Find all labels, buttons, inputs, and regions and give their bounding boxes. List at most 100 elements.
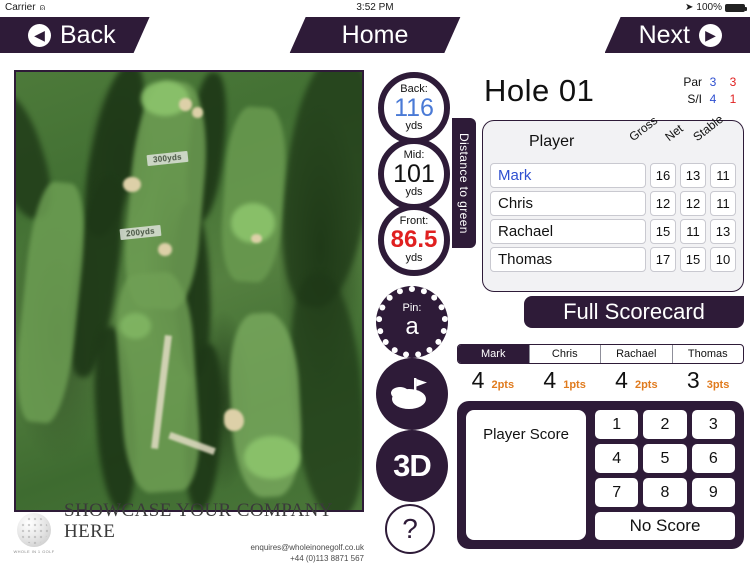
key-3[interactable]: 3	[691, 410, 735, 439]
three-d-view-button[interactable]: 3D	[376, 430, 448, 502]
golf-ball-icon	[17, 512, 51, 547]
key-1[interactable]: 1	[595, 410, 639, 439]
table-row[interactable]: Thomas 17 15 10	[483, 247, 743, 272]
question-mark-icon: ?	[402, 513, 418, 544]
par-value-red: 3	[729, 75, 737, 89]
row-net[interactable]: 15	[680, 247, 706, 272]
chevron-right-circle-icon: ▶	[699, 23, 722, 47]
key-7[interactable]: 7	[595, 478, 639, 507]
advert-email: enquires@wholeinonegolf.co.uk	[250, 543, 364, 553]
putting-green	[244, 435, 300, 480]
par-label: Par	[683, 75, 702, 89]
points-cell: 4 1pts	[529, 367, 601, 395]
scorecard-panel: Player Gross Net Stable Mark 16 13 11 Ch…	[482, 112, 744, 292]
score-value: 4	[615, 367, 628, 393]
score-value: 4	[471, 367, 485, 393]
home-button-label: Home	[341, 20, 409, 49]
key-5[interactable]: 5	[643, 444, 687, 473]
putting-green	[119, 312, 151, 340]
row-gross[interactable]: 17	[650, 247, 676, 272]
row-stable[interactable]: 10	[710, 247, 736, 272]
pin-value: a	[405, 313, 419, 341]
bunker	[251, 234, 262, 243]
pin-position-button[interactable]: Pin: a	[376, 286, 448, 358]
row-stable[interactable]: 11	[710, 163, 736, 188]
score-entry-panel: Player Score 1 2 3 4 5 6 7 8 9 No Score	[457, 401, 744, 549]
distance-indicators: Back: 116 yds Mid: 101 yds Front: 86.5 y…	[378, 72, 450, 276]
distance-back-value: 116	[394, 93, 434, 122]
row-gross[interactable]: 12	[650, 191, 676, 216]
si-value-blue: 4	[709, 92, 717, 107]
player-score-label: Player Score	[483, 426, 569, 443]
table-row[interactable]: Mark 16 13 11	[483, 163, 743, 188]
green-view-button[interactable]	[376, 358, 448, 430]
distance-front-value: 86.5	[390, 226, 438, 254]
hole-aerial-map[interactable]: 300yds 200yds	[14, 70, 364, 512]
help-button[interactable]: ?	[385, 504, 435, 554]
player-score-display[interactable]: Player Score	[466, 410, 586, 540]
row-net[interactable]: 12	[680, 191, 706, 216]
table-row[interactable]: Rachael 15 11 13	[483, 219, 743, 244]
row-net[interactable]: 13	[680, 163, 706, 188]
si-label: S/I	[687, 92, 702, 107]
full-scorecard-button[interactable]: Full Scorecard	[524, 296, 744, 328]
keypad-row: 7 8 9	[595, 478, 735, 507]
page-title: Hole 01	[484, 73, 595, 108]
advert-text: SHOWCASE YOUR COMPANY HERE enquires@whol…	[64, 500, 364, 564]
distance-to-green-tab: Distance to green	[452, 118, 476, 248]
distance-mid-unit: yds	[405, 186, 423, 199]
column-header-stable: Stable	[690, 112, 726, 144]
points-cell: 3 3pts	[672, 367, 744, 395]
row-gross[interactable]: 16	[650, 163, 676, 188]
full-scorecard-label: Full Scorecard	[563, 299, 705, 324]
chevron-left-circle-icon: ◀	[28, 24, 51, 47]
tab-player-mark[interactable]: Mark	[458, 345, 530, 363]
back-button[interactable]: ◀ Back	[0, 17, 150, 53]
key-4[interactable]: 4	[595, 444, 639, 473]
next-button[interactable]: Next ▶	[604, 17, 750, 53]
score-value: 4	[543, 367, 557, 393]
advertisement-banner[interactable]: WHOLE IN 1 GOLF SHOWCASE YOUR COMPANY HE…	[13, 500, 364, 562]
distance-to-green-label: Distance to green	[457, 132, 471, 234]
row-player-name[interactable]: Chris	[490, 191, 646, 216]
tab-player-chris[interactable]: Chris	[530, 345, 601, 363]
row-stable[interactable]: 11	[710, 191, 736, 216]
key-2[interactable]: 2	[643, 410, 687, 439]
numeric-keypad: 1 2 3 4 5 6 7 8 9 No Score	[595, 410, 735, 540]
bunker	[157, 242, 172, 256]
points-value: 3pts	[706, 379, 730, 391]
distance-mid[interactable]: Mid: 101 yds	[378, 138, 450, 210]
row-player-name[interactable]: Thomas	[490, 247, 646, 272]
row-gross[interactable]: 15	[650, 219, 676, 244]
key-8[interactable]: 8	[643, 478, 687, 507]
tab-player-rachael[interactable]: Rachael	[601, 345, 673, 363]
points-value: 2pts	[491, 379, 515, 391]
distance-back[interactable]: Back: 116 yds	[378, 72, 450, 144]
status-bar-right: ➤ 100%	[685, 2, 747, 13]
key-9[interactable]: 9	[691, 478, 735, 507]
points-cell: 4 2pts	[601, 367, 673, 395]
tab-player-thomas[interactable]: Thomas	[673, 345, 744, 363]
row-net[interactable]: 11	[680, 219, 706, 244]
keypad-row: 4 5 6	[595, 444, 735, 473]
par-value-blue: 3	[709, 75, 717, 89]
fairway	[217, 105, 289, 285]
par-si-info: Par 3 3 S/I 4 1	[672, 74, 742, 109]
row-stable[interactable]: 13	[710, 219, 736, 244]
row-player-name[interactable]: Rachael	[490, 219, 646, 244]
distance-front-unit: yds	[405, 251, 423, 264]
home-button[interactable]: Home	[290, 17, 461, 53]
distance-mid-value: 101	[393, 159, 435, 188]
par-row: Par 3 3	[672, 74, 742, 91]
golf-ball-logo: WHOLE IN 1 GOLF	[13, 512, 54, 554]
advert-phone: +44 (0)113 8871 567	[290, 553, 364, 563]
row-player-name[interactable]: Mark	[490, 163, 646, 188]
key-6[interactable]: 6	[691, 444, 735, 473]
distance-front[interactable]: Front: 86.5 yds	[378, 204, 450, 276]
score-value: 3	[686, 367, 700, 393]
no-score-button[interactable]: No Score	[595, 512, 735, 540]
si-value-red: 1	[729, 92, 737, 107]
table-row[interactable]: Chris 12 12 11	[483, 191, 743, 216]
points-value: 1pts	[563, 379, 586, 391]
green-with-flag-icon	[391, 378, 427, 409]
